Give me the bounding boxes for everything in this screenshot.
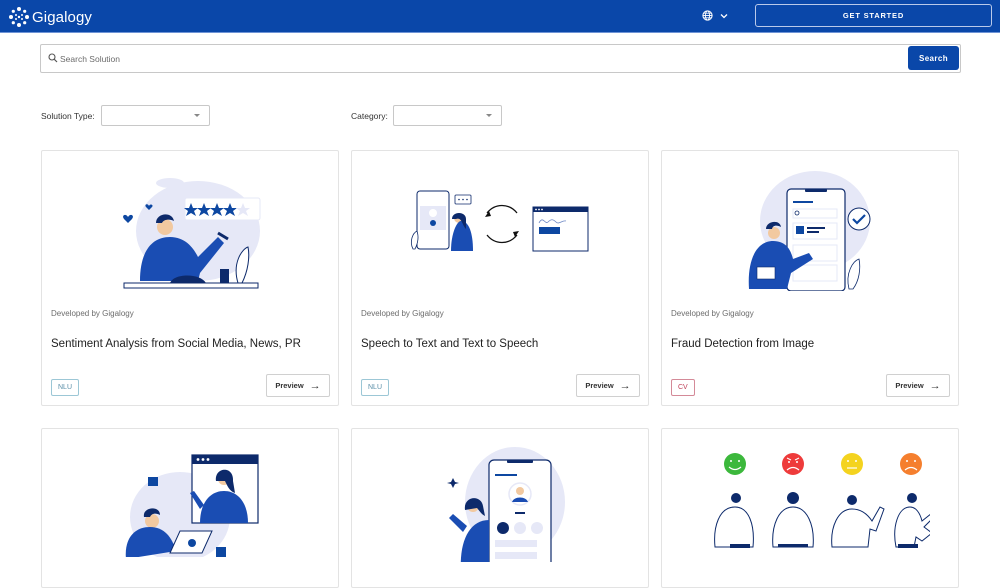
category-select[interactable] (393, 105, 502, 126)
illustration-emotions (662, 429, 958, 564)
preview-label: Preview (895, 381, 923, 390)
solution-type-select[interactable] (101, 105, 210, 126)
happy-face-icon (724, 453, 746, 475)
preview-button[interactable]: Preview → (576, 374, 640, 397)
preview-button[interactable]: Preview → (266, 374, 330, 397)
illustration-video-call (42, 429, 338, 564)
preview-label: Preview (585, 381, 613, 390)
arrow-right-icon: → (930, 380, 941, 392)
person-rating-stars-illustration (110, 161, 270, 291)
illustration-sentiment (42, 151, 338, 301)
phone-to-text-illustration (405, 171, 595, 281)
category-label: Category: (351, 111, 388, 121)
developer-label: Developed by Gigalogy (361, 309, 444, 318)
brand-logo[interactable]: Gigalogy (8, 6, 92, 28)
solution-title[interactable]: Sentiment Analysis from Social Media, Ne… (51, 338, 301, 350)
brand-name: Gigalogy (32, 9, 92, 26)
sad-face-icon (900, 453, 922, 475)
solution-card[interactable] (41, 428, 339, 588)
dropdown-caret-icon (486, 114, 492, 117)
illustration-profile (352, 429, 648, 564)
illustration-fraud (662, 151, 958, 301)
globe-icon (702, 10, 713, 21)
solution-type-label: Solution Type: (41, 111, 95, 121)
arrow-right-icon: → (310, 380, 321, 392)
preview-button[interactable]: Preview → (886, 374, 950, 397)
search-input[interactable] (60, 51, 900, 67)
solution-card[interactable] (351, 428, 649, 588)
neutral-face-icon (841, 453, 863, 475)
illustration-speech (352, 151, 648, 301)
search-button[interactable]: Search (908, 46, 959, 70)
developer-label: Developed by Gigalogy (51, 309, 134, 318)
solution-card[interactable]: Developed by Gigalogy Fraud Detection fr… (661, 150, 959, 406)
dropdown-caret-icon (194, 114, 200, 117)
video-call-illustration (120, 437, 260, 557)
get-started-button[interactable]: GET STARTED (755, 4, 992, 27)
angry-face-icon (782, 453, 804, 475)
category-tag: NLU (361, 379, 389, 396)
solution-title[interactable]: Speech to Text and Text to Speech (361, 338, 538, 350)
person-phone-profile-illustration (425, 432, 575, 562)
preview-label: Preview (275, 381, 303, 390)
gigalogy-logo-icon (8, 6, 30, 28)
person-phone-verification-illustration (735, 161, 885, 291)
solution-card[interactable]: Developed by Gigalogy Sentiment Analysis… (41, 150, 339, 406)
solution-card[interactable]: Developed by Gigalogy Speech to Text and… (351, 150, 649, 406)
arrow-right-icon: → (620, 380, 631, 392)
chevron-down-icon (720, 13, 728, 19)
solution-title[interactable]: Fraud Detection from Image (671, 338, 814, 350)
search-icon (48, 53, 58, 63)
category-tag: NLU (51, 379, 79, 396)
category-tag: CV (671, 379, 695, 396)
people-emotions-illustration (690, 442, 930, 552)
search-bar (40, 44, 961, 73)
developer-label: Developed by Gigalogy (671, 309, 754, 318)
solution-card[interactable] (661, 428, 959, 588)
top-navbar: Gigalogy GET STARTED (0, 0, 1000, 33)
language-selector[interactable] (702, 10, 728, 21)
